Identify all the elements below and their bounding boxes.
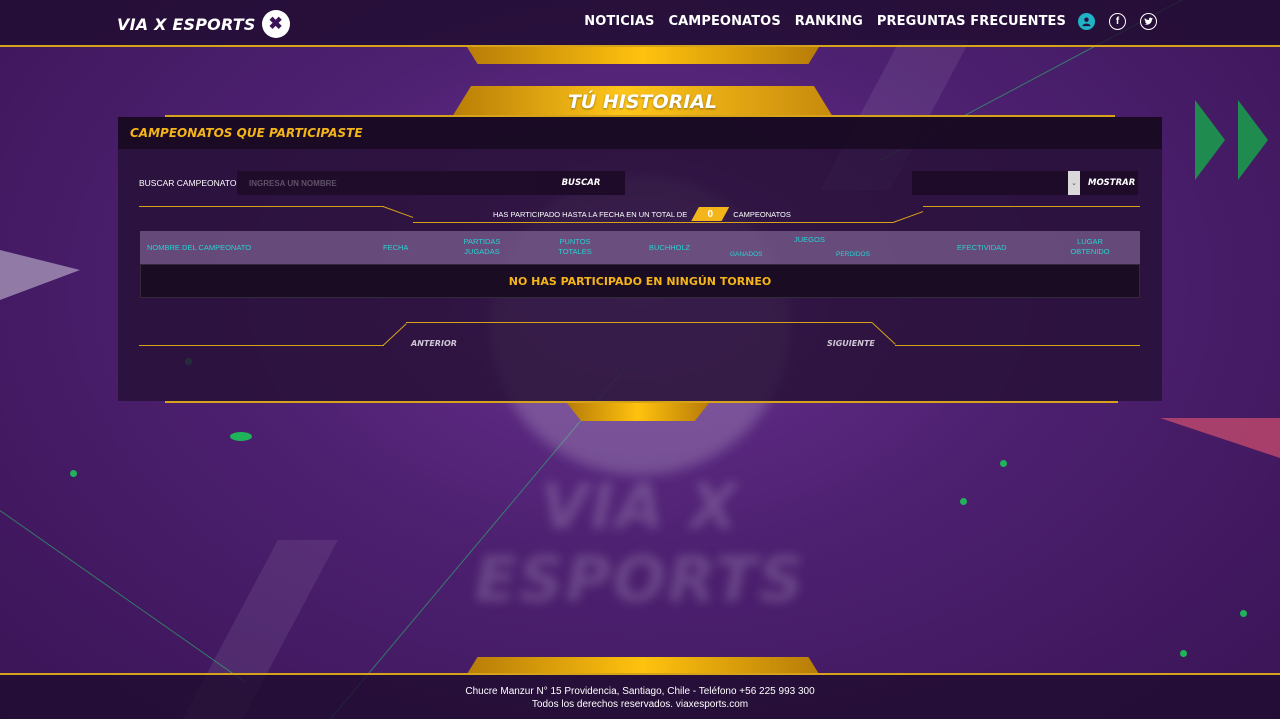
panel-header: CAMPEONATOS QUE PARTICIPASTE	[118, 117, 1162, 149]
show-select[interactable]: ⌄	[912, 171, 1080, 195]
show-button[interactable]: MOSTRAR	[1080, 171, 1138, 195]
user-icon[interactable]	[1078, 13, 1095, 30]
col-ganados: GANADOS	[730, 251, 763, 258]
header-tab-decoration	[467, 47, 819, 64]
footer-address: Chucre Manzur N° 15 Providencia, Santiag…	[465, 686, 815, 697]
logo-text: VIA X ESPORTS	[117, 14, 256, 34]
history-table: NOMBRE DEL CAMPEONATO FECHA PARTIDAS JUG…	[140, 231, 1140, 298]
show-row: ⌄ MOSTRAR	[912, 171, 1138, 195]
nav-ranking[interactable]: RANKING	[795, 14, 863, 29]
nav-campeonatos[interactable]: CAMPEONATOS	[668, 14, 780, 29]
main-nav: NOTICIAS CAMPEONATOS RANKING PREGUNTAS F…	[584, 14, 1066, 29]
col-lugar: LUGAR OBTENIDO	[1070, 237, 1110, 256]
chevron-down-icon: ⌄	[1068, 171, 1080, 195]
stat-prefix: HAS PARTICIPADO HASTA LA FECHA EN UN TOT…	[493, 209, 688, 219]
search-label: BUSCAR CAMPEONATO	[139, 178, 237, 188]
col-fecha: FECHA	[383, 243, 409, 252]
next-button[interactable]: SIGUIENTE	[827, 339, 875, 348]
col-nombre: NOMBRE DEL CAMPEONATO	[147, 243, 252, 252]
table-empty-row: NO HAS PARTICIPADO EN NINGÚN TORNEO	[140, 264, 1140, 298]
participation-text: HAS PARTICIPADO HASTA LA FECHA EN UN TOT…	[493, 207, 791, 221]
col-buchholz: BUCHHOLZ	[649, 243, 691, 252]
facebook-icon[interactable]: f	[1109, 13, 1126, 30]
championship-count-badge: 0	[691, 207, 730, 221]
panel-heading: CAMPEONATOS QUE PARTICIPASTE	[130, 126, 363, 140]
col-juegos: JUEGOS	[794, 235, 825, 244]
panel-bottom-tab	[567, 403, 709, 421]
table-header: NOMBRE DEL CAMPEONATO FECHA PARTIDAS JUG…	[140, 231, 1140, 264]
panel-bottom-line	[165, 401, 1118, 403]
col-puntos: PUNTOS TOTALES	[558, 237, 592, 256]
footer: Chucre Manzur N° 15 Providencia, Santiag…	[0, 673, 1280, 719]
nav-preguntas-frecuentes[interactable]: PREGUNTAS FRECUENTES	[877, 14, 1066, 29]
participation-summary: HAS PARTICIPADO HASTA LA FECHA EN UN TOT…	[139, 205, 1140, 225]
empty-message: NO HAS PARTICIPADO EN NINGÚN TORNEO	[508, 274, 772, 288]
nav-noticias[interactable]: NOTICIAS	[584, 14, 654, 29]
header-icons: f	[1078, 13, 1157, 30]
search-row: BUSCAR CAMPEONATO BUSCAR	[139, 171, 625, 195]
footer-copyright: Todos los derechos reservados. viaxespor…	[531, 699, 749, 710]
search-button[interactable]: BUSCAR	[537, 171, 625, 195]
logo-x-icon: ✖	[261, 10, 290, 38]
col-perdidos: PERDIDOS	[836, 251, 870, 258]
page-title: TÚ HISTORIAL	[567, 90, 718, 113]
footer-tab-decoration	[467, 657, 819, 674]
col-partidas: PARTIDAS JUGADAS	[463, 237, 501, 256]
stat-suffix: CAMPEONATOS	[733, 209, 791, 219]
site-logo[interactable]: VIA X ESPORTS ✖	[117, 10, 290, 38]
history-panel: CAMPEONATOS QUE PARTICIPASTE BUSCAR CAMP…	[118, 117, 1162, 401]
pagination: ANTERIOR SIGUIENTE	[139, 321, 1140, 351]
page-title-banner: TÚ HISTORIAL	[452, 86, 833, 117]
search-input[interactable]	[237, 171, 537, 195]
prev-button[interactable]: ANTERIOR	[411, 339, 457, 348]
top-navbar: VIA X ESPORTS ✖ NOTICIAS CAMPEONATOS RAN…	[0, 0, 1280, 47]
twitter-icon[interactable]	[1140, 13, 1157, 30]
col-efectividad: EFECTIVIDAD	[957, 243, 1007, 252]
